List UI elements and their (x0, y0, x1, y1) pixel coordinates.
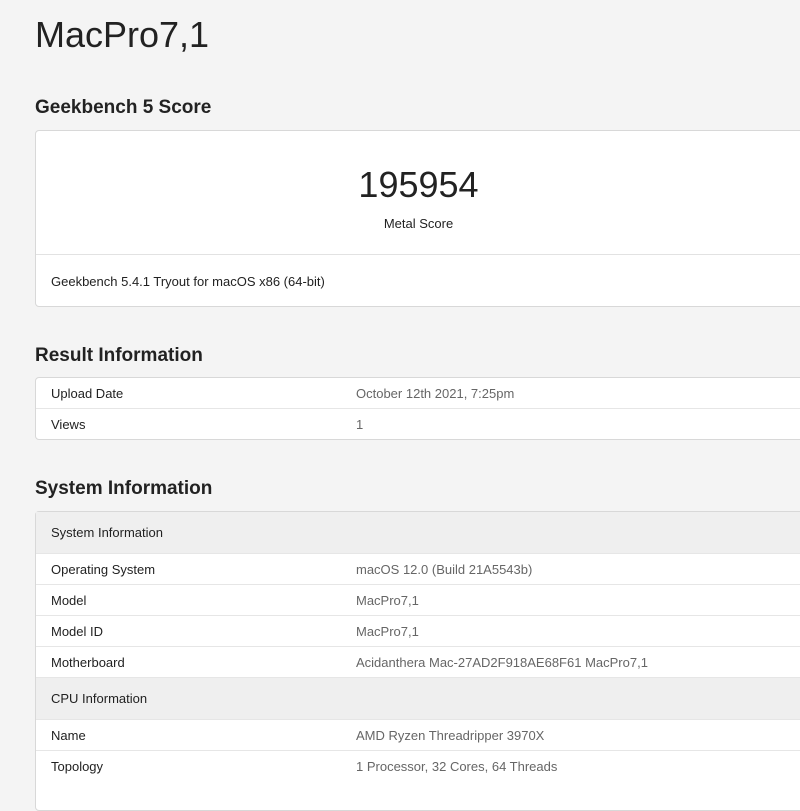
row-value: macOS 12.0 (Build 21A5543b) (356, 561, 533, 577)
result-table: Upload Date October 12th 2021, 7:25pm Vie… (35, 377, 800, 440)
metal-score-value: 195954 (358, 164, 479, 205)
row-value: AMD Ryzen Threadripper 3970X (356, 727, 545, 743)
row-value: 1 (356, 416, 364, 432)
table-row: Name AMD Ryzen Threadripper 3970X (36, 719, 800, 750)
row-key: Upload Date (51, 385, 124, 401)
row-key: Name (51, 727, 86, 743)
result-heading: Result Information (35, 345, 203, 366)
score-card: 195954 Metal Score Geekbench 5.4.1 Tryou… (35, 130, 800, 307)
divider (36, 254, 800, 255)
table-row: Model MacPro7,1 (36, 584, 800, 615)
table-row: Model ID MacPro7,1 (36, 615, 800, 646)
score-heading: Geekbench 5 Score (35, 97, 212, 118)
section-header: System Information (36, 512, 800, 553)
table-row: Motherboard Acidanthera Mac-27AD2F918AE68… (36, 646, 800, 677)
row-key: Model (51, 592, 87, 608)
row-key: Views (51, 416, 86, 432)
geekbench-version: Geekbench 5.4.1 Tryout for macOS x86 (64… (51, 274, 325, 289)
row-key: Motherboard (51, 654, 125, 670)
row-value: MacPro7,1 (356, 623, 419, 639)
table-row: Views 1 (36, 408, 800, 439)
row-value: 1 Processor, 32 Cores, 64 Threads (356, 758, 558, 774)
table-row: Upload Date October 12th 2021, 7:25pm (36, 378, 800, 408)
page-title: MacPro7,1 (35, 14, 210, 55)
system-table: System Information Operating System macOS… (35, 511, 800, 811)
section-header: CPU Information (36, 677, 800, 719)
table-row: Operating System macOS 12.0 (Build 21A554… (36, 553, 800, 584)
row-value: MacPro7,1 (356, 592, 419, 608)
row-key: Topology (51, 758, 104, 774)
row-key: Operating System (51, 561, 156, 577)
row-value: October 12th 2021, 7:25pm (356, 385, 515, 401)
row-key: Model ID (51, 623, 104, 639)
metal-score-label: Metal Score (383, 216, 454, 231)
table-row: Topology 1 Processor, 32 Cores, 64 Thread… (36, 750, 800, 781)
row-value: Acidanthera Mac-27AD2F918AE68F61 MacPro7… (356, 654, 648, 670)
system-heading: System Information (35, 478, 213, 499)
